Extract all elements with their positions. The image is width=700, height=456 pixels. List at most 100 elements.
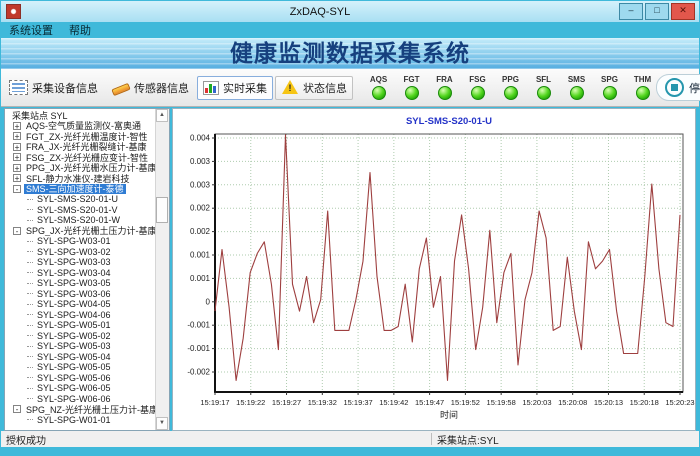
- scrollbar-thumb[interactable]: [156, 197, 168, 223]
- realtime-collect-button[interactable]: 实时采集: [197, 76, 273, 100]
- x-axis-tick-label: 15:20:23: [665, 398, 694, 407]
- expand-icon[interactable]: +: [13, 143, 21, 151]
- tree-item[interactable]: +PPG_JX-光纤光栅水压力计-基康: [7, 163, 155, 174]
- x-axis-tick-label: 15:20:03: [522, 398, 551, 407]
- tree-item[interactable]: +FRA_JX-光纤光栅裂缝计-基康: [7, 142, 155, 153]
- tree-item[interactable]: SYL-SPG-W03-05: [7, 278, 155, 289]
- sensor-info-button[interactable]: 传感器信息: [106, 76, 195, 100]
- tree-connector: [27, 356, 33, 357]
- tree-connector: [27, 272, 33, 273]
- tree-root[interactable]: 采集站点 SYL: [7, 110, 155, 121]
- warning-icon: !: [281, 80, 299, 95]
- tree-item-label: SYL-SPG-W03-02: [35, 247, 113, 257]
- tree-item-label: SYL-SPG-W04-05: [35, 299, 113, 309]
- channel-indicator-label: SPG: [596, 75, 623, 84]
- y-axis-tick-label: 0.003: [190, 157, 211, 166]
- tree-item[interactable]: +AQS-空气质量监测仪-富奥通: [7, 121, 155, 132]
- channel-indicator-label: FGT: [398, 75, 425, 84]
- scroll-down-arrow-icon[interactable]: ▼: [156, 417, 168, 430]
- channel-indicator-label: PPG: [497, 75, 524, 84]
- tree-item[interactable]: -SPG_JX-光纤光栅土压力计-基康: [7, 226, 155, 237]
- menu-help[interactable]: 帮助: [61, 21, 99, 39]
- y-axis-tick-label: 0.003: [190, 180, 211, 189]
- tree-connector: [27, 419, 33, 420]
- channel-indicator-thm: THM: [629, 75, 656, 100]
- collapse-icon[interactable]: -: [13, 227, 21, 235]
- tree-item[interactable]: -SMS-三向加速度计-泰德: [7, 184, 155, 195]
- x-axis-title: 时间: [440, 409, 458, 420]
- tree-item[interactable]: +FGT_ZX-光纤光栅温度计-智性: [7, 131, 155, 142]
- menu-system-settings[interactable]: 系统设置: [1, 21, 61, 39]
- scroll-up-arrow-icon[interactable]: ▲: [156, 109, 168, 122]
- maximize-button[interactable]: □: [645, 3, 669, 20]
- tree-item-label: SYL-SPG-W03-04: [35, 268, 113, 278]
- close-button[interactable]: ✕: [671, 3, 695, 20]
- tree-item-label: SMS-三向加速度计-泰德: [24, 184, 126, 195]
- tree-item[interactable]: SYL-SMS-S20-01-V: [7, 205, 155, 216]
- stop-collect-button[interactable]: 停止采集: [656, 74, 700, 101]
- sensor-data-line: [215, 135, 680, 381]
- channel-status-leds: AQSFGTFRAFSGPPGSFLSMSSPGTHM: [365, 75, 656, 100]
- tree-item[interactable]: SYL-SPG-W05-05: [7, 362, 155, 373]
- tree-item[interactable]: SYL-SPG-W04-06: [7, 310, 155, 321]
- tree-item[interactable]: SYL-SPG-W05-06: [7, 373, 155, 384]
- sensor-tree-panel: 采集站点 SYL+AQS-空气质量监测仪-富奥通+FGT_ZX-光纤光栅温度计-…: [4, 108, 170, 431]
- tree-connector: [27, 304, 33, 305]
- channel-indicator-label: SMS: [563, 75, 590, 84]
- minimize-button[interactable]: –: [619, 3, 643, 20]
- tree-item[interactable]: SYL-SPG-W06-06: [7, 394, 155, 405]
- green-led-icon: [603, 86, 617, 100]
- y-axis-tick-label: 0.001: [190, 274, 211, 283]
- tree-item[interactable]: -SPG_NZ-光纤光栅土压力计-基康: [7, 404, 155, 415]
- y-axis-tick-label: 0.002: [190, 227, 211, 236]
- green-led-icon: [438, 86, 452, 100]
- tree-item[interactable]: SYL-SMS-S20-01-W: [7, 215, 155, 226]
- expand-icon[interactable]: +: [13, 132, 21, 140]
- channel-indicator-label: AQS: [365, 75, 392, 84]
- app-banner-title: 健康监测数据采集系统: [1, 38, 699, 69]
- expand-icon[interactable]: +: [13, 174, 21, 182]
- channel-indicator-label: SFL: [530, 75, 557, 84]
- channel-indicator-fgt: FGT: [398, 75, 425, 100]
- channel-indicator-sms: SMS: [563, 75, 590, 100]
- tree-item[interactable]: +FSG_ZX-光纤光栅应变计-智性: [7, 152, 155, 163]
- status-info-button[interactable]: ! 状态信息: [275, 76, 353, 100]
- expand-icon[interactable]: +: [13, 153, 21, 161]
- tree-item[interactable]: SYL-SPG-W03-01: [7, 236, 155, 247]
- tree-item-label: SYL-SPG-W05-05: [35, 362, 113, 372]
- tree-item-label: FGT_ZX-光纤光栅温度计-智性: [24, 131, 150, 142]
- tree-connector: [27, 241, 33, 242]
- tree-item[interactable]: SYL-SPG-W05-03: [7, 341, 155, 352]
- x-axis-tick-label: 15:19:42: [379, 398, 408, 407]
- collapse-icon[interactable]: -: [13, 405, 21, 413]
- tree-item[interactable]: SYL-SPG-W05-02: [7, 331, 155, 342]
- green-led-icon: [636, 86, 650, 100]
- device-info-button[interactable]: 采集设备信息: [3, 76, 104, 100]
- tree-item[interactable]: SYL-SPG-W04-05: [7, 299, 155, 310]
- tree-item-label: SYL-SMS-S20-01-U: [35, 194, 120, 204]
- tree-connector: [27, 367, 33, 368]
- channel-indicator-ppg: PPG: [497, 75, 524, 100]
- tree-item[interactable]: SYL-SPG-W03-03: [7, 257, 155, 268]
- tree-item[interactable]: SYL-SPG-W01-01: [7, 415, 155, 426]
- expand-icon[interactable]: +: [13, 164, 21, 172]
- tree-item[interactable]: SYL-SMS-S20-01-U: [7, 194, 155, 205]
- tree-item-label: SYL-SPG-W01-01: [35, 415, 113, 425]
- tree-item[interactable]: SYL-SPG-W05-01: [7, 320, 155, 331]
- collapse-icon[interactable]: -: [13, 185, 21, 193]
- y-axis-tick-label: 0.002: [190, 204, 211, 213]
- tree-item-label: AQS-空气质量监测仪-富奥通: [24, 121, 143, 132]
- tree-item[interactable]: SYL-SPG-W05-04: [7, 352, 155, 363]
- expand-icon[interactable]: +: [13, 122, 21, 130]
- tree-item[interactable]: +SFL-静力水准仪-建岩科技: [7, 173, 155, 184]
- tree-item[interactable]: SYL-SPG-W03-02: [7, 247, 155, 258]
- tree-item[interactable]: SYL-SPG-W06-05: [7, 383, 155, 394]
- tree-item[interactable]: SYL-SPG-W03-06: [7, 289, 155, 300]
- tree-scrollbar[interactable]: ▲ ▼: [155, 109, 169, 430]
- x-axis-tick-label: 15:19:27: [272, 398, 301, 407]
- green-led-icon: [405, 86, 419, 100]
- tree-connector: [27, 398, 33, 399]
- channel-indicator-fra: FRA: [431, 75, 458, 100]
- status-station-text: 采集站点:SYL: [437, 432, 699, 447]
- tree-item[interactable]: SYL-SPG-W03-04: [7, 268, 155, 279]
